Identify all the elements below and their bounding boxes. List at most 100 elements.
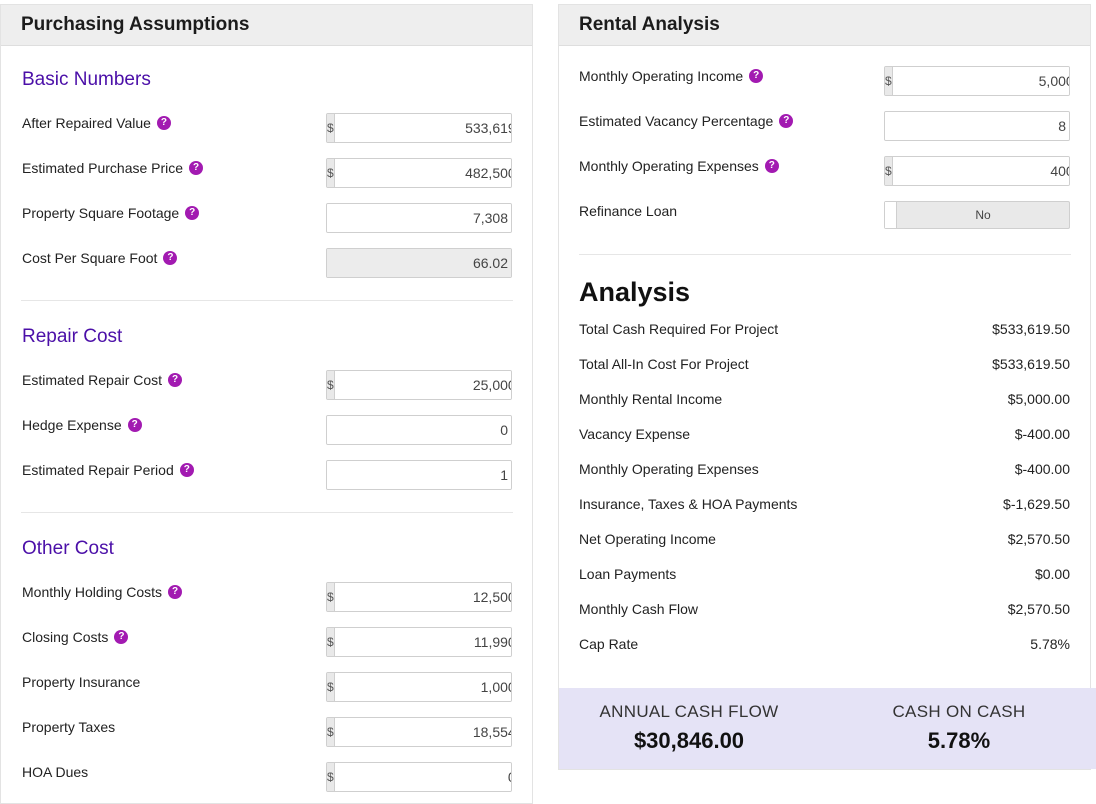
square-footage-input-group xyxy=(326,203,512,233)
analysis-row-label: Monthly Operating Expenses xyxy=(579,461,759,477)
closing-costs-input-group: $ + xyxy=(326,627,512,657)
hoa-dues-label: HOA Dues xyxy=(22,764,88,780)
arv-input-group: $ xyxy=(326,113,512,143)
repair-period-input[interactable] xyxy=(327,461,511,489)
toggle-knob[interactable] xyxy=(885,202,897,228)
refinance-loan-toggle[interactable]: No xyxy=(884,201,1070,229)
analysis-row-value: $-400.00 xyxy=(1014,461,1070,477)
operating-income-input[interactable] xyxy=(892,67,1069,95)
operating-expenses-label: Monthly Operating Expenses? xyxy=(579,158,779,174)
divider xyxy=(21,512,513,513)
cost-per-sqft-label-text: Cost Per Square Foot xyxy=(22,250,158,266)
holding-costs-label-text: Monthly Holding Costs xyxy=(22,584,163,600)
annual-cash-flow-label: ANNUAL CASH FLOW xyxy=(599,702,779,721)
section-other-cost: Other Cost xyxy=(22,538,114,559)
vacancy-input-group: % xyxy=(884,111,1070,141)
purchase-price-label-text: Estimated Purchase Price xyxy=(22,160,184,176)
repair-period-input-group: months xyxy=(326,460,512,490)
summary-bar: ANNUAL CASH FLOW $30,846.00 CASH ON CASH… xyxy=(559,688,1096,769)
annual-cash-flow-value: $30,846.00 xyxy=(633,728,745,753)
analysis-row-value: $0.00 xyxy=(1034,566,1070,582)
panel-title: Rental Analysis xyxy=(559,5,1090,46)
dollar-prefix: $ xyxy=(327,371,335,399)
purchase-price-input[interactable] xyxy=(334,159,511,187)
operating-income-label-text: Monthly Operating Income xyxy=(579,68,744,84)
analysis-row-label: Loan Payments xyxy=(579,566,677,582)
analysis-row-label: Total Cash Required For Project xyxy=(579,321,779,337)
refinance-loan-label: Refinance Loan xyxy=(579,203,678,219)
closing-costs-input[interactable] xyxy=(334,628,511,656)
repair-cost-input[interactable] xyxy=(334,371,511,399)
operating-expenses-label-text: Monthly Operating Expenses xyxy=(579,158,759,174)
operating-expenses-input-group: $ + xyxy=(884,156,1070,186)
toggle-state-label: No xyxy=(975,208,991,222)
closing-costs-label-text: Closing Costs xyxy=(22,629,109,645)
cost-per-sqft-input-group xyxy=(326,248,512,278)
holding-costs-input-group: $ + xyxy=(326,582,512,612)
operating-income-input-group: $ + xyxy=(884,66,1070,96)
arv-label: After Repaired Value? xyxy=(22,115,171,131)
square-footage-input[interactable] xyxy=(327,204,511,232)
cash-on-cash-label: CASH ON CASH xyxy=(892,702,1026,721)
hoa-dues-input-group: $ yearly xyxy=(326,762,512,792)
vacancy-input[interactable] xyxy=(885,112,1069,140)
question-circle-icon[interactable]: ? xyxy=(114,630,129,644)
hedge-expense-input-group: % xyxy=(326,415,512,445)
hoa-dues-input[interactable] xyxy=(334,763,511,791)
analysis-row-label: Total All-In Cost For Project xyxy=(579,356,749,372)
vacancy-label: Estimated Vacancy Percentage? xyxy=(579,113,794,129)
rental-analysis-panel: Rental Analysis Monthly Operating Income… xyxy=(558,4,1096,770)
question-circle-icon[interactable]: ? xyxy=(163,251,178,265)
purchasing-assumptions-panel: Purchasing Assumptions Basic Numbers Aft… xyxy=(0,4,533,804)
hoa-dues-label-text: HOA Dues xyxy=(22,764,89,780)
question-circle-icon[interactable]: ? xyxy=(156,116,171,130)
analysis-row-value: $533,619.50 xyxy=(992,356,1070,372)
property-taxes-input[interactable] xyxy=(334,718,511,746)
analysis-row-value: 5.78% xyxy=(1030,636,1070,652)
analysis-row-label: Monthly Rental Income xyxy=(579,391,723,407)
arv-input[interactable] xyxy=(334,114,511,142)
section-repair-cost: Repair Cost xyxy=(22,326,123,347)
property-taxes-label: Property Taxes xyxy=(22,719,115,735)
repair-period-label-text: Estimated Repair Period xyxy=(22,462,174,478)
cost-per-sqft-input xyxy=(327,249,511,277)
closing-costs-label: Closing Costs? xyxy=(22,629,129,645)
question-circle-icon[interactable]: ? xyxy=(764,159,779,173)
hedge-expense-label-text: Hedge Expense xyxy=(22,417,122,433)
dollar-prefix: $ xyxy=(885,67,893,95)
analysis-row-label: Cap Rate xyxy=(579,636,639,652)
analysis-row-label: Net Operating Income xyxy=(579,531,716,547)
question-circle-icon[interactable]: ? xyxy=(189,161,204,175)
dollar-prefix: $ xyxy=(327,673,335,701)
operating-income-label: Monthly Operating Income? xyxy=(579,68,764,84)
holding-costs-input[interactable] xyxy=(334,583,511,611)
analysis-row-label: Vacancy Expense xyxy=(579,426,691,442)
repair-cost-label: Estimated Repair Cost? xyxy=(22,372,183,388)
cash-on-cash: CASH ON CASH 5.78% xyxy=(859,702,1059,754)
operating-expenses-input[interactable] xyxy=(892,157,1069,185)
dollar-prefix: $ xyxy=(327,583,335,611)
property-insurance-input[interactable] xyxy=(334,673,511,701)
hedge-expense-input[interactable] xyxy=(327,416,511,444)
question-circle-icon[interactable]: ? xyxy=(168,585,183,599)
question-circle-icon[interactable]: ? xyxy=(779,114,794,128)
vacancy-label-text: Estimated Vacancy Percentage xyxy=(579,113,774,129)
question-circle-icon[interactable]: ? xyxy=(168,373,183,387)
question-circle-icon[interactable]: ? xyxy=(179,463,194,477)
question-circle-icon[interactable]: ? xyxy=(127,418,142,432)
analysis-row-label: Insurance, Taxes & HOA Payments xyxy=(579,496,798,512)
question-circle-icon[interactable]: ? xyxy=(185,206,200,220)
property-insurance-input-group: $ yearly xyxy=(326,672,512,702)
repair-cost-label-text: Estimated Repair Cost xyxy=(22,372,163,388)
divider xyxy=(579,254,1071,255)
analysis-row-value: $2,570.50 xyxy=(1007,531,1070,547)
analysis-row-value: $-400.00 xyxy=(1014,426,1070,442)
panel-title: Purchasing Assumptions xyxy=(1,5,532,46)
dollar-prefix: $ xyxy=(327,718,335,746)
question-circle-icon[interactable]: ? xyxy=(749,69,764,83)
analysis-row-value: $5,000.00 xyxy=(1007,391,1070,407)
analysis-row-value: $2,570.50 xyxy=(1007,601,1070,617)
section-basic-numbers: Basic Numbers xyxy=(22,69,151,90)
divider xyxy=(21,300,513,301)
analysis-title: Analysis xyxy=(579,277,691,307)
